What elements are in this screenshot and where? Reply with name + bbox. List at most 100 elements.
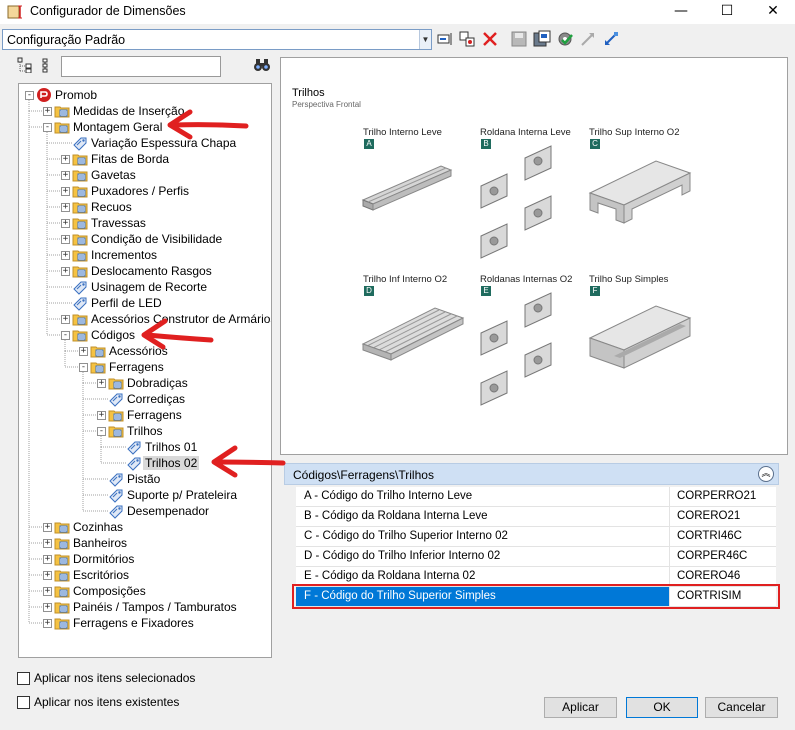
tree-node-label: Promob xyxy=(55,88,98,102)
tree-search-input[interactable] xyxy=(61,56,221,77)
collapse-minus-icon[interactable]: - xyxy=(79,363,88,372)
tree-node-condicao-de-visibilidade[interactable]: + Condição de Visibilidade xyxy=(19,231,271,247)
expand-plus-icon[interactable]: + xyxy=(43,571,52,580)
tree-node-suporte-p-prateleira[interactable]: Suporte p/ Prateleira xyxy=(19,487,271,503)
property-value-field[interactable]: CORERO46 xyxy=(671,567,776,586)
tree-node-composicoes[interactable]: + Composições xyxy=(19,583,271,599)
collapse-minus-icon[interactable]: - xyxy=(97,427,106,436)
property-value-field[interactable]: CORERO21 xyxy=(671,507,776,526)
tree-node-label: Ferragens xyxy=(127,408,182,422)
list-view-icon[interactable] xyxy=(40,57,56,73)
tree-node-gavetas[interactable]: + Gavetas xyxy=(19,167,271,183)
tree-node-dormitorios[interactable]: + Dormitórios xyxy=(19,551,271,567)
tree-node-usinagem-de-recorte[interactable]: Usinagem de Recorte xyxy=(19,279,271,295)
expand-plus-icon[interactable]: + xyxy=(61,315,70,324)
category-tree[interactable]: - Promob + Medidas de Inserção - Montagem Ger… xyxy=(18,83,272,658)
tree-node-promob[interactable]: - Promob xyxy=(19,87,271,103)
apply-existing-checkbox[interactable] xyxy=(17,696,30,709)
property-row-c[interactable]: C - Código do Trilho Superior Interno 02… xyxy=(296,527,776,547)
property-value-field[interactable]: CORTRISIM xyxy=(671,587,776,606)
tree-node-escritorios[interactable]: + Escritórios xyxy=(19,567,271,583)
property-row-d[interactable]: D - Código do Trilho Inferior Interno 02… xyxy=(296,547,776,567)
collapse-minus-icon[interactable]: - xyxy=(25,91,34,100)
import-icon[interactable] xyxy=(602,30,620,48)
tree-node-perfil-de-led[interactable]: Perfil de LED xyxy=(19,295,271,311)
expand-plus-icon[interactable]: + xyxy=(43,603,52,612)
expand-plus-icon[interactable]: + xyxy=(61,203,70,212)
collapse-minus-icon[interactable]: - xyxy=(61,331,70,340)
tree-node-desempenador[interactable]: Desempenador xyxy=(19,503,271,519)
apply-button[interactable]: Aplicar xyxy=(544,697,617,718)
delete-icon[interactable] xyxy=(481,30,499,48)
tree-node-acessorios[interactable]: + Acessórios xyxy=(19,343,271,359)
expand-plus-icon[interactable]: + xyxy=(43,619,52,628)
expand-plus-icon[interactable]: + xyxy=(79,347,88,356)
tree-node-medidas-de-insercao[interactable]: + Medidas de Inserção xyxy=(19,103,271,119)
expand-plus-icon[interactable]: + xyxy=(43,555,52,564)
tree-node-incrementos[interactable]: + Incrementos xyxy=(19,247,271,263)
tree-node-ferragens[interactable]: - Ferragens xyxy=(19,359,271,375)
property-value-field[interactable]: CORPERRO21 xyxy=(671,487,776,506)
save-as-icon[interactable] xyxy=(533,30,551,48)
tree-node-recuos[interactable]: + Recuos xyxy=(19,199,271,215)
property-group-header[interactable]: Códigos\Ferragens\Trilhos ︽ xyxy=(284,463,779,485)
expand-plus-icon[interactable]: + xyxy=(97,379,106,388)
expand-plus-icon[interactable]: + xyxy=(61,187,70,196)
tree-node-ferragens-e-fixadores[interactable]: + Ferragens e Fixadores xyxy=(19,615,271,631)
expand-plus-icon[interactable]: + xyxy=(43,523,52,532)
export-icon[interactable] xyxy=(579,30,597,48)
apply-selected-checkbox[interactable] xyxy=(17,672,30,685)
tree-node-label: Medidas de Inserção xyxy=(73,104,185,118)
maximize-button[interactable]: ☐ xyxy=(704,0,750,24)
tree-node-cozinhas[interactable]: + Cozinhas xyxy=(19,519,271,535)
expand-plus-icon[interactable]: + xyxy=(43,107,52,116)
tree-node-acessorios-construtor-de-armarios[interactable]: + Acessórios Construtor de Armários xyxy=(19,311,271,327)
property-row-e[interactable]: E - Código da Roldana Interna 02 CORERO46 xyxy=(296,567,776,587)
tree-node-corredicas[interactable]: Corrediças xyxy=(19,391,271,407)
configuration-select[interactable]: Configuração Padrão ▼ xyxy=(2,29,432,50)
binoculars-search-icon[interactable] xyxy=(253,57,271,73)
close-window-button[interactable]: ✕ xyxy=(750,0,795,24)
tree-node-pistao[interactable]: Pistão xyxy=(19,471,271,487)
expand-plus-icon[interactable]: + xyxy=(61,219,70,228)
tree-node-trilhos-01[interactable]: Trilhos 01 xyxy=(19,439,271,455)
expand-plus-icon[interactable]: + xyxy=(61,171,70,180)
expand-plus-icon[interactable]: + xyxy=(61,251,70,260)
tree-node-dobradicas[interactable]: + Dobradiças xyxy=(19,375,271,391)
gear-check-icon[interactable] xyxy=(556,30,574,48)
minimize-button[interactable]: — xyxy=(658,0,704,24)
tree-node-label: Acessórios xyxy=(109,344,168,358)
cancel-button[interactable]: Cancelar xyxy=(705,697,778,718)
tree-node-banheiros[interactable]: + Banheiros xyxy=(19,535,271,551)
expand-plus-icon[interactable]: + xyxy=(61,155,70,164)
tree-node-puxadores-perfis[interactable]: + Puxadores / Perfis xyxy=(19,183,271,199)
expand-plus-icon[interactable]: + xyxy=(61,235,70,244)
rename-config-icon[interactable] xyxy=(436,30,454,48)
tree-node-travessas[interactable]: + Travessas xyxy=(19,215,271,231)
property-value-field[interactable]: CORPER46C xyxy=(671,547,776,566)
property-row-a[interactable]: A - Código do Trilho Interno Leve CORPERR… xyxy=(296,487,776,507)
tree-node-fitas-de-borda[interactable]: + Fitas de Borda xyxy=(19,151,271,167)
tree-node-montagem-geral[interactable]: - Montagem Geral xyxy=(19,119,271,135)
expand-plus-icon[interactable]: + xyxy=(61,267,70,276)
tree-node-codigos[interactable]: - Códigos xyxy=(19,327,271,343)
copy-config-icon[interactable] xyxy=(458,30,476,48)
property-row-f[interactable]: F - Código do Trilho Superior Simples COR… xyxy=(296,587,776,607)
tree-node-variacao-espessura-chapa[interactable]: Variação Espessura Chapa xyxy=(19,135,271,151)
expand-plus-icon[interactable]: + xyxy=(43,539,52,548)
tree-node-trilhos[interactable]: - Trilhos xyxy=(19,423,271,439)
collapse-tree-icon[interactable] xyxy=(17,57,33,73)
chevron-down-icon[interactable]: ▼ xyxy=(419,30,431,49)
tree-node-trilhos-02[interactable]: Trilhos 02 xyxy=(19,455,271,471)
expand-plus-icon[interactable]: + xyxy=(43,587,52,596)
tree-node-ferragens[interactable]: + Ferragens xyxy=(19,407,271,423)
tree-node-paineis-tampos-tamburatos[interactable]: + Painéis / Tampos / Tamburatos xyxy=(19,599,271,615)
collapse-minus-icon[interactable]: - xyxy=(43,123,52,132)
tree-node-deslocamento-rasgos[interactable]: + Deslocamento Rasgos xyxy=(19,263,271,279)
expand-plus-icon[interactable]: + xyxy=(97,411,106,420)
property-value-field[interactable]: CORTRI46C xyxy=(671,527,776,546)
ok-button[interactable]: OK xyxy=(626,697,698,718)
property-row-b[interactable]: B - Código da Roldana Interna Leve CORERO… xyxy=(296,507,776,527)
save-icon[interactable] xyxy=(510,30,528,48)
collapse-up-icon[interactable]: ︽ xyxy=(758,466,774,482)
